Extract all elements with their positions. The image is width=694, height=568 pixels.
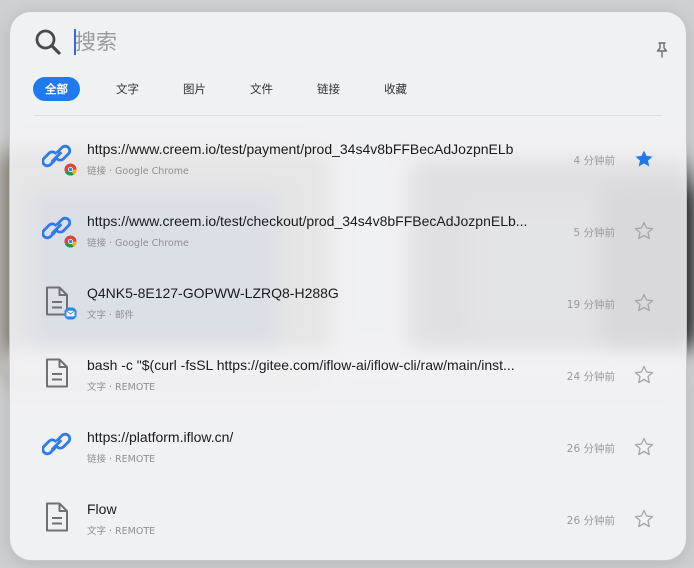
tab-images[interactable]: 图片 bbox=[171, 77, 218, 101]
search-icon bbox=[35, 29, 61, 55]
star-outline-icon[interactable] bbox=[634, 365, 654, 385]
list-item[interactable]: https://www.creem.io/test/checkout/prod_… bbox=[10, 187, 686, 259]
item-title: https://www.creem.io/test/checkout/prod_… bbox=[87, 213, 528, 229]
item-title: https://www.creem.io/test/payment/prod_3… bbox=[87, 141, 514, 157]
item-time: 19 分钟前 bbox=[566, 299, 615, 311]
pin-icon[interactable] bbox=[653, 41, 671, 59]
item-subtitle: 链接 · Google Chrome bbox=[87, 238, 189, 249]
star-outline-icon[interactable] bbox=[634, 437, 654, 457]
star-filled-icon[interactable] bbox=[634, 149, 654, 169]
item-title: Q4NK5-8E127-GOPWW-LZRQ8-H288G bbox=[87, 285, 339, 301]
tab-text[interactable]: 文字 bbox=[104, 77, 151, 101]
item-subtitle: 链接 · REMOTE bbox=[87, 454, 156, 465]
item-time: 26 分钟前 bbox=[566, 443, 615, 455]
chrome-icon bbox=[64, 235, 77, 248]
star-outline-icon[interactable] bbox=[634, 293, 654, 313]
item-time: 5 分钟前 bbox=[573, 227, 615, 239]
document-icon bbox=[46, 358, 68, 388]
list-item[interactable]: bash -c "$(curl -fsSL https://gitee.com/… bbox=[10, 331, 686, 403]
list-item[interactable]: https://www.creem.io/test/payment/prod_3… bbox=[10, 115, 686, 187]
item-subtitle: 文字 · 邮件 bbox=[87, 310, 135, 321]
tab-all[interactable]: 全部 bbox=[33, 77, 80, 101]
link-icon bbox=[42, 432, 72, 456]
item-title: https://platform.iflow.cn/ bbox=[87, 429, 234, 445]
search-input[interactable] bbox=[73, 26, 633, 58]
item-subtitle: 文字 · REMOTE bbox=[87, 526, 156, 537]
item-subtitle: 文字 · REMOTE bbox=[87, 382, 156, 393]
item-title: Flow bbox=[87, 501, 117, 517]
list-item[interactable]: Q4NK5-8E127-GOPWW-LZRQ8-H288G 文字 · 邮件 19… bbox=[10, 259, 686, 331]
star-outline-icon[interactable] bbox=[634, 221, 654, 241]
mail-icon bbox=[64, 307, 77, 320]
item-time: 24 分钟前 bbox=[566, 371, 615, 383]
item-subtitle: 链接 · Google Chrome bbox=[87, 166, 189, 177]
item-title: bash -c "$(curl -fsSL https://gitee.com/… bbox=[87, 357, 515, 373]
document-icon bbox=[46, 502, 68, 532]
star-outline-icon[interactable] bbox=[634, 509, 654, 529]
tab-files[interactable]: 文件 bbox=[238, 77, 285, 101]
tab-favorites[interactable]: 收藏 bbox=[372, 77, 419, 101]
tab-links[interactable]: 链接 bbox=[305, 77, 352, 101]
list-item[interactable]: https://platform.iflow.cn/ 链接 · REMOTE 2… bbox=[10, 403, 686, 475]
item-time: 4 分钟前 bbox=[573, 155, 615, 167]
filter-tabs: 全部 文字 图片 文件 链接 收藏 bbox=[33, 77, 439, 101]
search-bar bbox=[10, 12, 686, 74]
chrome-icon bbox=[64, 163, 77, 176]
text-caret bbox=[74, 29, 76, 55]
clipboard-panel: 全部 文字 图片 文件 链接 收藏 https://ww bbox=[9, 11, 687, 561]
list-item[interactable]: Flow 文字 · REMOTE 26 分钟前 bbox=[10, 475, 686, 547]
item-time: 26 分钟前 bbox=[566, 515, 615, 527]
